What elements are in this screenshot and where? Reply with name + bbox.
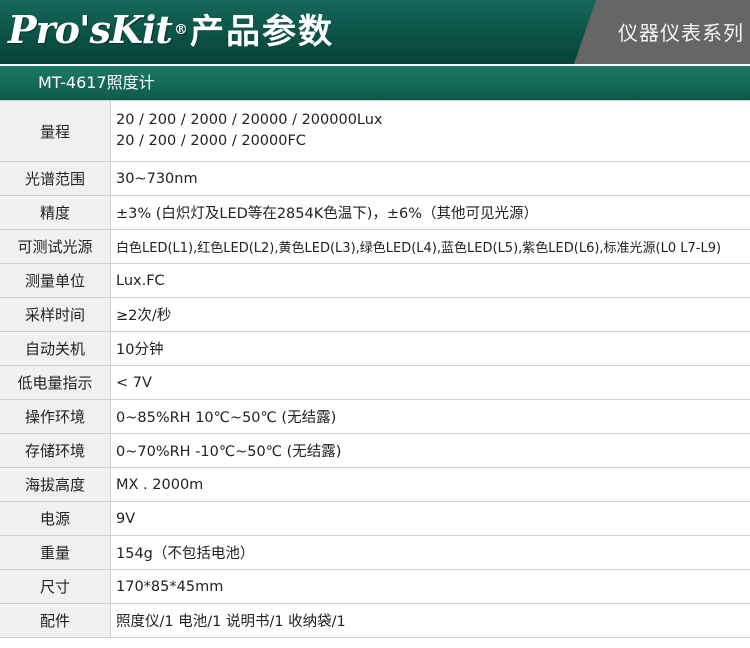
spec-value-line: 20 / 200 / 2000 / 20000FC <box>116 133 306 149</box>
spec-label: 尺寸 <box>0 570 111 603</box>
spec-value: < 7V <box>116 374 152 391</box>
model-name: MT-4617照度计 <box>38 73 155 92</box>
spec-value: Lux.FC <box>116 272 165 289</box>
proskit-logo: Pro'sKit ® <box>8 6 188 54</box>
spec-label: 量程 <box>0 101 111 161</box>
spec-row-auto-off: 自动关机 10分钟 <box>0 332 750 366</box>
logo-text: Pro'sKit <box>8 7 173 52</box>
spec-row-dimensions: 尺寸 170*85*45mm <box>0 570 750 604</box>
header-banner: Pro'sKit ® 产品参数 仪器仪表系列 <box>0 0 750 64</box>
spec-table: 量程 20 / 200 / 2000 / 20000 / 200000Lux 2… <box>0 100 750 638</box>
spec-row-sampling: 采样时间 ≥2次/秒 <box>0 298 750 332</box>
spec-label: 电源 <box>0 502 111 535</box>
spec-label: 精度 <box>0 196 111 229</box>
spec-value: 10分钟 <box>116 342 164 358</box>
spec-value: 9V <box>116 510 136 527</box>
series-label: 仪器仪表系列 <box>618 21 744 45</box>
spec-value: 白色LED(L1),红色LED(L2),黄色LED(L3),绿色LED(L4),… <box>116 241 722 256</box>
spec-value: 0~85%RH 10℃~50℃ (无结露) <box>116 410 337 426</box>
spec-label: 海拔高度 <box>0 468 111 501</box>
page-title: 产品参数 <box>190 12 334 52</box>
spec-label: 光谱范围 <box>0 162 111 195</box>
spec-row-low-battery: 低电量指示 < 7V <box>0 366 750 400</box>
spec-value: 154g（不包括电池） <box>116 546 255 562</box>
spec-row-accuracy: 精度 ±3% (白炽灯及LED等在2854K色温下)，±6%（其他可见光源） <box>0 196 750 230</box>
spec-label: 自动关机 <box>0 332 111 365</box>
spec-value: ±3% (白炽灯及LED等在2854K色温下)，±6%（其他可见光源） <box>116 206 539 222</box>
spec-row-range: 量程 20 / 200 / 2000 / 20000 / 200000Lux 2… <box>0 101 750 162</box>
spec-label: 测量单位 <box>0 264 111 297</box>
spec-value: 170*85*45mm <box>116 578 224 595</box>
spec-row-light-sources: 可测试光源 白色LED(L1),红色LED(L2),黄色LED(L3),绿色LE… <box>0 230 750 264</box>
spec-value: 30~730nm <box>116 170 198 187</box>
spec-row-weight: 重量 154g（不包括电池） <box>0 536 750 570</box>
spec-value: MX . 2000m <box>116 476 204 493</box>
spec-row-operating-env: 操作环境 0~85%RH 10℃~50℃ (无结露) <box>0 400 750 434</box>
spec-label: 低电量指示 <box>0 366 111 399</box>
spec-label: 操作环境 <box>0 400 111 433</box>
spec-label: 重量 <box>0 536 111 569</box>
spec-value: 照度仪/1 电池/1 说明书/1 收纳袋/1 <box>116 614 346 630</box>
spec-row-accessories: 配件 照度仪/1 电池/1 说明书/1 收纳袋/1 <box>0 604 750 638</box>
spec-label: 可测试光源 <box>0 230 111 263</box>
spec-value: 0~70%RH -10℃~50℃ (无结露) <box>116 444 342 460</box>
model-bar: MT-4617照度计 <box>0 66 750 100</box>
spec-row-power: 电源 9V <box>0 502 750 536</box>
spec-row-units: 测量单位 Lux.FC <box>0 264 750 298</box>
logo-registered-mark: ® <box>173 22 188 38</box>
spec-row-spectrum: 光谱范围 30~730nm <box>0 162 750 196</box>
spec-value: ≥2次/秒 <box>116 308 172 324</box>
spec-label: 配件 <box>0 604 111 637</box>
series-tab: 仪器仪表系列 <box>574 0 750 64</box>
spec-value: 20 / 200 / 2000 / 20000 / 200000Lux 20 /… <box>111 101 750 161</box>
spec-label: 采样时间 <box>0 298 111 331</box>
spec-row-storage-env: 存储环境 0~70%RH -10℃~50℃ (无结露) <box>0 434 750 468</box>
spec-value-line: 20 / 200 / 2000 / 20000 / 200000Lux <box>116 112 383 128</box>
spec-row-altitude: 海拔高度 MX . 2000m <box>0 468 750 502</box>
spec-label: 存储环境 <box>0 434 111 467</box>
